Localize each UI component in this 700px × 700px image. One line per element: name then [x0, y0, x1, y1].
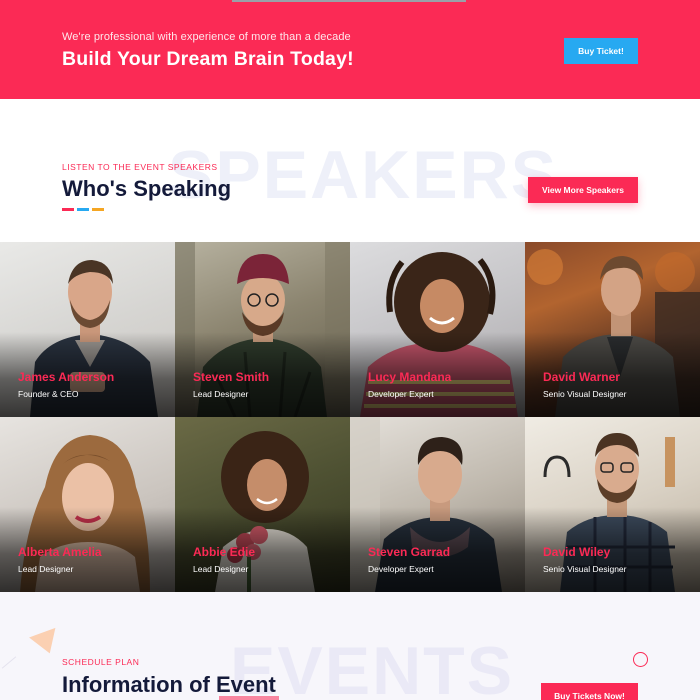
- banner-top-divider: [232, 0, 466, 2]
- speakers-watermark: SPEAKERS: [168, 137, 559, 213]
- speaker-card[interactable]: Alberta Amelia Lead Designer: [0, 417, 175, 592]
- buy-ticket-button[interactable]: Buy Ticket!: [564, 38, 638, 64]
- speaker-role: Developer Expert: [368, 564, 434, 574]
- line-decoration: [1, 656, 17, 669]
- speaker-role: Lead Designer: [193, 564, 249, 574]
- events-eyebrow: SCHEDULE PLAN: [62, 657, 140, 667]
- speaker-role: Founder & CEO: [18, 389, 79, 399]
- buy-tickets-now-button[interactable]: Buy Tickets Now!: [541, 683, 638, 700]
- speaker-card[interactable]: Steven Garrad Developer Expert: [350, 417, 525, 592]
- speaker-name[interactable]: David Wiley: [543, 545, 610, 559]
- speaker-name[interactable]: James Anderson: [18, 370, 114, 384]
- speaker-role: Lead Designer: [18, 564, 74, 574]
- speaker-name[interactable]: Steven Smith: [193, 370, 269, 384]
- banner-tagline: We're professional with experience of mo…: [62, 31, 351, 43]
- speaker-role: Developer Expert: [368, 389, 434, 399]
- title-accent-underline: [219, 696, 279, 700]
- speaker-name[interactable]: Lucy Mandana: [368, 370, 451, 384]
- speakers-section: SPEAKERS LISTEN TO THE EVENT SPEAKERS Wh…: [0, 99, 700, 242]
- speaker-role: Senio Visual Designer: [543, 564, 627, 574]
- speaker-card[interactable]: David Wiley Senio Visual Designer: [525, 417, 700, 592]
- events-title: Information of Event: [62, 672, 276, 697]
- title-underline-dashes: [62, 208, 104, 211]
- speaker-role: Lead Designer: [193, 389, 249, 399]
- banner-title: Build Your Dream Brain Today!: [62, 48, 354, 70]
- speaker-role: Senio Visual Designer: [543, 389, 627, 399]
- speaker-card[interactable]: Abbie Edie Lead Designer: [175, 417, 350, 592]
- dash-blue: [77, 208, 89, 211]
- events-title-wrap: Information of Event: [62, 672, 279, 700]
- dash-red: [62, 208, 74, 211]
- triangle-decoration-icon: [29, 627, 63, 659]
- speakers-eyebrow: LISTEN TO THE EVENT SPEAKERS: [62, 162, 218, 172]
- speaker-card[interactable]: James Anderson Founder & CEO: [0, 242, 175, 417]
- speakers-title: Who's Speaking: [62, 176, 232, 201]
- speaker-grid: James Anderson Founder & CEO Steven Smit…: [0, 242, 700, 592]
- speaker-card[interactable]: Steven Smith Lead Designer: [175, 242, 350, 417]
- speaker-name[interactable]: Abbie Edie: [193, 545, 255, 559]
- cta-banner: We're professional with experience of mo…: [0, 0, 700, 99]
- circle-decoration-icon: [633, 652, 648, 667]
- events-section: EVENTS SCHEDULE PLAN Information of Even…: [0, 592, 700, 700]
- dash-orange: [92, 208, 104, 211]
- speaker-name[interactable]: Steven Garrad: [368, 545, 450, 559]
- view-more-speakers-button[interactable]: View More Speakers: [528, 177, 638, 203]
- speaker-name[interactable]: Alberta Amelia: [18, 545, 102, 559]
- speaker-card[interactable]: David Warner Senio Visual Designer: [525, 242, 700, 417]
- speaker-card[interactable]: Lucy Mandana Developer Expert: [350, 242, 525, 417]
- speaker-name[interactable]: David Warner: [543, 370, 620, 384]
